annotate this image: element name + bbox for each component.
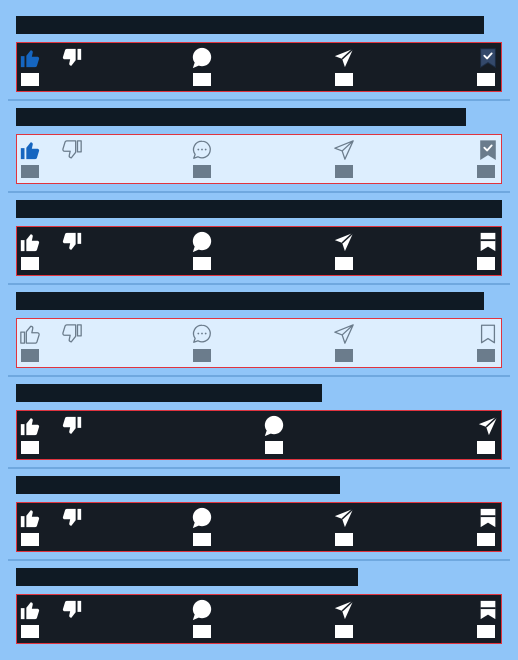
share-icon[interactable]	[333, 139, 355, 161]
thumb-up-icon[interactable]	[19, 47, 41, 69]
post-action-stack	[0, 0, 518, 660]
share-count-placeholder	[477, 441, 495, 454]
post-title-placeholder	[16, 200, 502, 218]
thumb-up-icon[interactable]	[19, 599, 41, 621]
post-card	[0, 368, 518, 460]
section-divider	[8, 99, 510, 101]
bookmark-icon[interactable]	[477, 231, 499, 253]
thumb-up-count-placeholder	[21, 165, 39, 178]
comment-icon[interactable]	[191, 507, 213, 529]
section-divider	[8, 559, 510, 561]
post-action-toolbar	[16, 226, 502, 276]
post-card	[0, 0, 518, 92]
bookmark-icon[interactable]	[477, 599, 499, 621]
thumb-up-icon[interactable]	[19, 415, 41, 437]
thumb-down-icon[interactable]	[61, 599, 83, 621]
thumb-down-icon[interactable]	[61, 231, 83, 253]
post-action-toolbar	[16, 410, 502, 460]
comment-count-placeholder	[193, 73, 211, 86]
thumb-down-icon[interactable]	[61, 47, 83, 69]
bookmark-count-placeholder	[477, 625, 495, 638]
comment-count-placeholder	[193, 349, 211, 362]
share-count-placeholder	[335, 165, 353, 178]
bookmark-check-icon[interactable]	[477, 47, 499, 69]
bookmark-icon[interactable]	[477, 507, 499, 529]
thumb-down-icon[interactable]	[61, 507, 83, 529]
post-title-placeholder	[16, 476, 340, 494]
comment-icon[interactable]	[263, 415, 285, 437]
thumb-up-icon[interactable]	[19, 323, 41, 345]
share-icon[interactable]	[333, 507, 355, 529]
post-action-toolbar	[16, 42, 502, 92]
post-card	[0, 552, 518, 644]
thumb-up-count-placeholder	[21, 73, 39, 86]
comment-icon[interactable]	[191, 139, 213, 161]
share-count-placeholder	[335, 73, 353, 86]
thumb-down-icon[interactable]	[61, 139, 83, 161]
comment-count-placeholder	[265, 441, 283, 454]
share-icon[interactable]	[477, 415, 499, 437]
comment-count-placeholder	[193, 165, 211, 178]
post-title-placeholder	[16, 384, 322, 402]
post-card	[0, 92, 518, 184]
section-divider	[8, 283, 510, 285]
post-action-toolbar	[16, 318, 502, 368]
post-action-toolbar	[16, 502, 502, 552]
bookmark-icon[interactable]	[477, 323, 499, 345]
share-count-placeholder	[335, 533, 353, 546]
comment-count-placeholder	[193, 625, 211, 638]
bookmark-check-count-placeholder	[477, 73, 495, 86]
comment-icon[interactable]	[191, 599, 213, 621]
thumb-up-icon[interactable]	[19, 507, 41, 529]
thumb-up-icon[interactable]	[19, 231, 41, 253]
share-count-placeholder	[335, 257, 353, 270]
post-card	[0, 460, 518, 552]
comment-icon[interactable]	[191, 47, 213, 69]
share-icon[interactable]	[333, 323, 355, 345]
thumb-up-count-placeholder	[21, 625, 39, 638]
share-icon[interactable]	[333, 231, 355, 253]
comment-icon[interactable]	[191, 323, 213, 345]
post-action-toolbar	[16, 594, 502, 644]
thumb-up-count-placeholder	[21, 441, 39, 454]
comment-icon[interactable]	[191, 231, 213, 253]
bookmark-check-icon[interactable]	[477, 139, 499, 161]
post-action-toolbar	[16, 134, 502, 184]
share-icon[interactable]	[333, 47, 355, 69]
thumb-up-count-placeholder	[21, 349, 39, 362]
bookmark-check-count-placeholder	[477, 165, 495, 178]
thumb-up-icon[interactable]	[19, 139, 41, 161]
post-title-placeholder	[16, 108, 466, 126]
section-divider	[8, 191, 510, 193]
comment-count-placeholder	[193, 533, 211, 546]
section-divider	[8, 467, 510, 469]
share-count-placeholder	[335, 349, 353, 362]
post-title-placeholder	[16, 292, 484, 310]
share-count-placeholder	[335, 625, 353, 638]
bookmark-count-placeholder	[477, 257, 495, 270]
post-title-placeholder	[16, 16, 484, 34]
post-card	[0, 184, 518, 276]
thumb-up-count-placeholder	[21, 257, 39, 270]
thumb-down-icon[interactable]	[61, 323, 83, 345]
share-icon[interactable]	[333, 599, 355, 621]
section-divider	[8, 375, 510, 377]
thumb-down-icon[interactable]	[61, 415, 83, 437]
post-card	[0, 276, 518, 368]
thumb-up-count-placeholder	[21, 533, 39, 546]
post-title-placeholder	[16, 568, 358, 586]
bookmark-count-placeholder	[477, 349, 495, 362]
bookmark-count-placeholder	[477, 533, 495, 546]
comment-count-placeholder	[193, 257, 211, 270]
